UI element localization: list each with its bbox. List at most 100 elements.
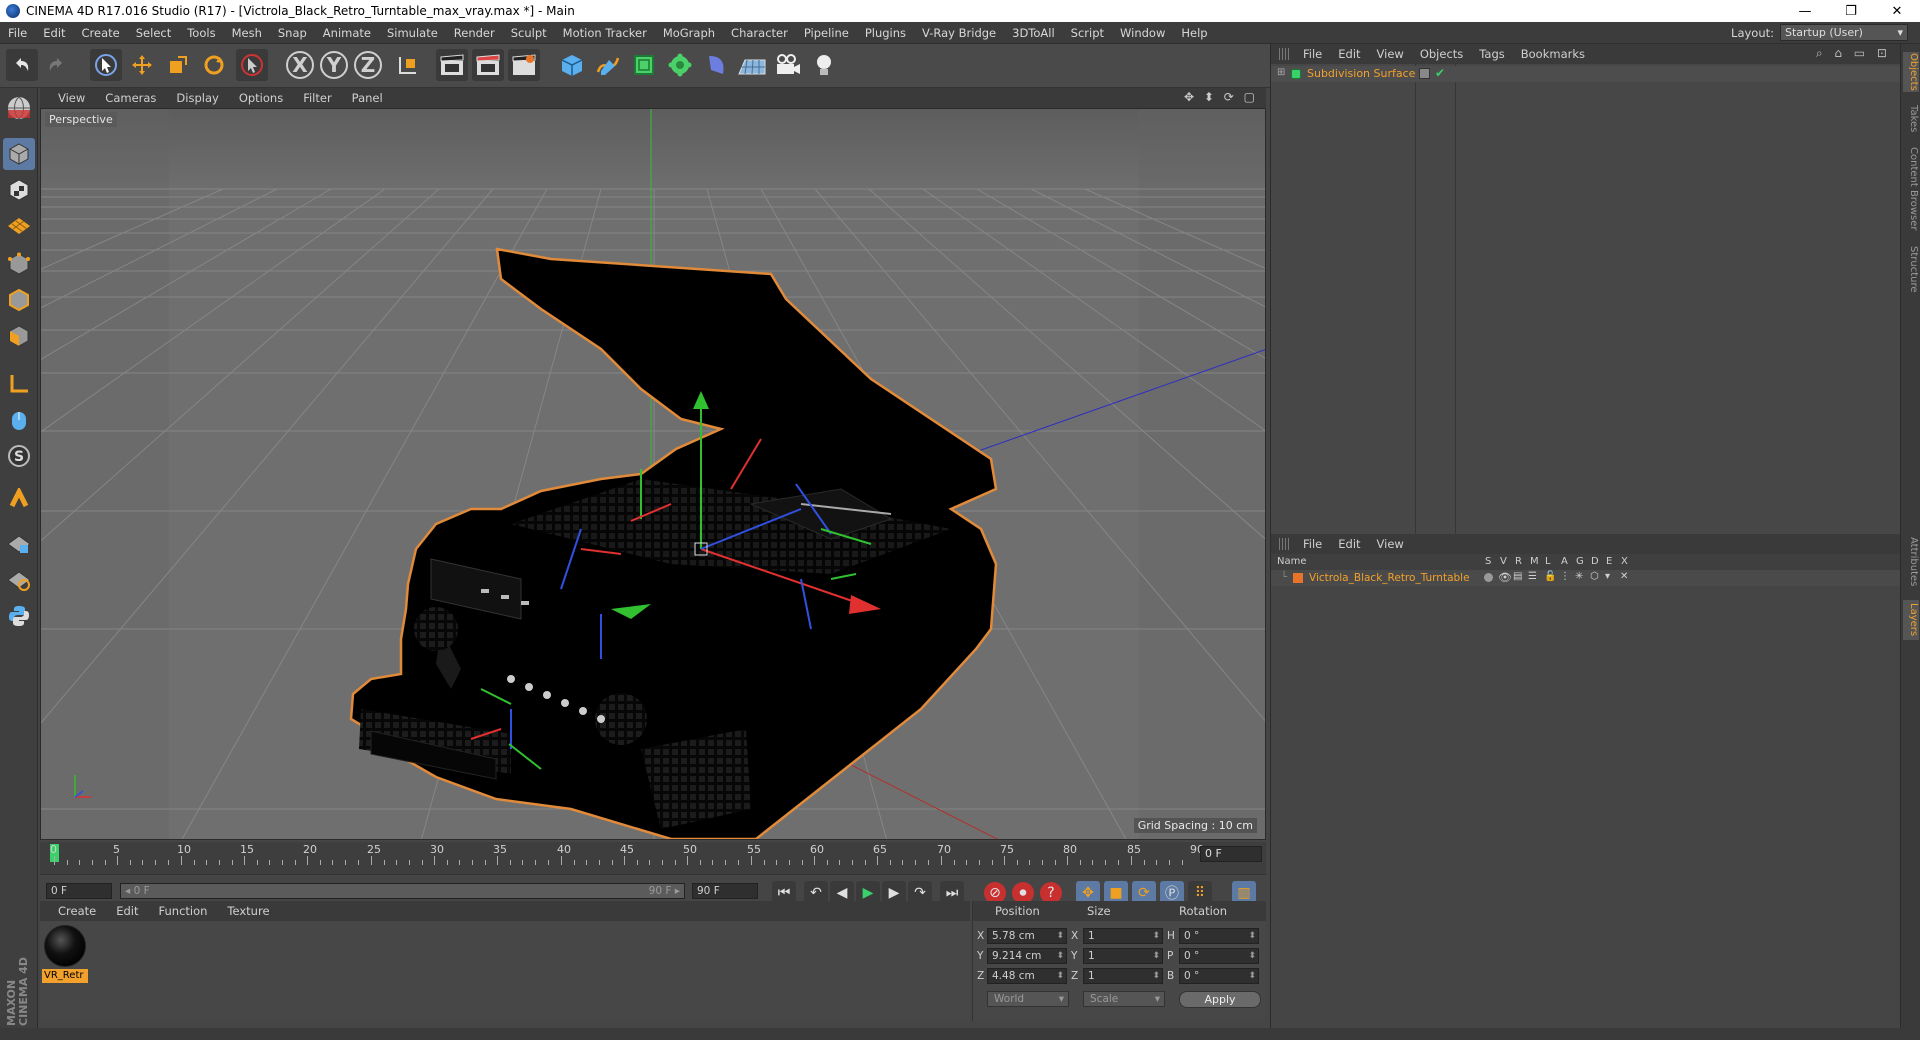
layer-menu-view[interactable]: View: [1369, 537, 1412, 551]
position-z-field[interactable]: 4.48 cm: [987, 968, 1067, 984]
material-menu-texture[interactable]: Texture: [217, 904, 279, 918]
subdivision-surface-button[interactable]: [628, 49, 660, 81]
edges-mode-button[interactable]: [3, 284, 35, 316]
size-x-field[interactable]: 1: [1083, 928, 1163, 944]
object-row[interactable]: ⊞ Subdivision Surface ✔: [1271, 66, 1901, 82]
menu-motion-tracker[interactable]: Motion Tracker: [555, 26, 655, 40]
panel-grip-icon[interactable]: [1279, 48, 1291, 60]
live-selection-button[interactable]: [90, 49, 122, 81]
tab-content-browser[interactable]: Content Browser: [1903, 144, 1919, 234]
layer-col-d[interactable]: D: [1591, 556, 1599, 567]
close-button[interactable]: ✕: [1874, 0, 1920, 22]
polygons-mode-button[interactable]: [3, 320, 35, 352]
redo-button[interactable]: [40, 49, 72, 81]
undo-button[interactable]: [6, 49, 38, 81]
menu-character[interactable]: Character: [723, 26, 796, 40]
layer-col-x[interactable]: X: [1621, 556, 1628, 567]
size-z-field[interactable]: 1: [1083, 968, 1163, 984]
tab-layers[interactable]: Layers: [1903, 600, 1919, 640]
object-menu-bookmarks[interactable]: Bookmarks: [1513, 47, 1593, 61]
layer-col-e[interactable]: E: [1606, 556, 1612, 567]
object-menu-tags[interactable]: Tags: [1471, 47, 1512, 61]
menu-file[interactable]: File: [0, 26, 35, 40]
start-frame-field[interactable]: 0 F: [46, 883, 112, 899]
menu-3dtoall[interactable]: 3DToAll: [1004, 26, 1063, 40]
material-name[interactable]: VR_Retr: [42, 969, 88, 983]
layer-expressions-icon[interactable]: ▾: [1605, 571, 1610, 582]
axis-y-toggle[interactable]: Y: [320, 51, 348, 79]
object-menu-objects[interactable]: Objects: [1412, 47, 1471, 61]
planar-workplane-button[interactable]: [3, 564, 35, 596]
deformer-button[interactable]: [700, 49, 732, 81]
restore-button[interactable]: ❐: [1828, 0, 1874, 22]
mograph-cloner-button[interactable]: [664, 49, 696, 81]
object-manager[interactable]: ⊞ Subdivision Surface ✔: [1271, 64, 1901, 572]
object-menu-view[interactable]: View: [1369, 47, 1412, 61]
size-y-field[interactable]: 1: [1083, 948, 1163, 964]
layer-row[interactable]: └ Victrola_Black_Retro_Turntable 👁 ▤ ☰ 🔓…: [1271, 570, 1901, 586]
pen-spline-button[interactable]: [592, 49, 624, 81]
menu-plugins[interactable]: Plugins: [857, 26, 914, 40]
expand-toggle-icon[interactable]: ⊞: [1277, 67, 1285, 78]
tab-objects[interactable]: Objects: [1903, 52, 1919, 92]
viewport-menu-view[interactable]: View: [40, 91, 95, 105]
render-picture-viewer-button[interactable]: [472, 49, 504, 81]
menu-render[interactable]: Render: [446, 26, 503, 40]
enabled-check-icon[interactable]: ✔: [1435, 66, 1445, 80]
layer-col-m[interactable]: M: [1530, 556, 1539, 567]
material-menu-edit[interactable]: Edit: [106, 904, 148, 918]
layout-dropdown[interactable]: Startup (User): [1780, 24, 1908, 41]
menu-select[interactable]: Select: [128, 26, 179, 40]
perspective-viewport[interactable]: Perspective Grid Spacing : 10 cm: [40, 108, 1266, 840]
texture-mode-button[interactable]: [3, 174, 35, 206]
editor-visibility-icon[interactable]: [1419, 68, 1430, 79]
current-frame-field[interactable]: 0 F: [1200, 846, 1262, 862]
viewport-navigation-icons[interactable]: ✥ ⬍ ⟳ ▢: [1184, 90, 1258, 104]
viewport-menu-panel[interactable]: Panel: [342, 91, 393, 105]
move-tool-button[interactable]: [126, 49, 158, 81]
tab-attributes[interactable]: Attributes: [1903, 532, 1919, 592]
layer-col-s[interactable]: S: [1485, 556, 1491, 567]
menu-mograph[interactable]: MoGraph: [655, 26, 723, 40]
viewport-menu-cameras[interactable]: Cameras: [95, 91, 166, 105]
minimize-button[interactable]: —: [1782, 0, 1828, 22]
menu-snap[interactable]: Snap: [270, 26, 315, 40]
layer-col-g[interactable]: G: [1576, 556, 1584, 567]
cube-primitive-button[interactable]: [556, 49, 588, 81]
menu-tools[interactable]: Tools: [179, 26, 223, 40]
layer-col-l[interactable]: L: [1545, 556, 1551, 567]
menu-simulate[interactable]: Simulate: [379, 26, 446, 40]
rotation-b-field[interactable]: 0 °: [1179, 968, 1259, 984]
points-mode-button[interactable]: [3, 248, 35, 280]
scale-tool-button[interactable]: [162, 49, 194, 81]
menu-vray-bridge[interactable]: V-Ray Bridge: [914, 26, 1004, 40]
layer-lock-icon[interactable]: 🔓: [1544, 571, 1556, 582]
layer-col-a[interactable]: A: [1561, 556, 1568, 567]
floor-object-button[interactable]: [736, 49, 768, 81]
layer-solo-icon[interactable]: [1484, 573, 1493, 582]
object-menu-edit[interactable]: Edit: [1330, 47, 1368, 61]
object-manager-search-home-icons[interactable]: ⌕ ⌂ ▭ ⊡: [1816, 46, 1891, 61]
tab-takes[interactable]: Takes: [1903, 104, 1919, 134]
layer-render-icon[interactable]: ▤: [1513, 571, 1522, 582]
material-menu-function[interactable]: Function: [149, 904, 218, 918]
size-mode-dropdown[interactable]: Scale: [1083, 991, 1165, 1007]
material-menu-create[interactable]: Create: [40, 904, 106, 918]
menu-edit[interactable]: Edit: [35, 26, 73, 40]
rotation-p-field[interactable]: 0 °: [1179, 948, 1259, 964]
layer-menu-edit[interactable]: Edit: [1330, 537, 1368, 551]
viewport-menu-options[interactable]: Options: [229, 91, 293, 105]
edit-render-settings-button[interactable]: [508, 49, 540, 81]
end-frame-field[interactable]: 90 F: [692, 883, 758, 899]
magnet-button[interactable]: [3, 484, 35, 516]
snap-enable-button[interactable]: S: [3, 440, 35, 472]
layer-visible-eye-icon[interactable]: 👁: [1498, 571, 1512, 584]
timeline-ruler[interactable]: 0 5 10 15 20 25 30 35 40 45 50 55 60 65 70 75 80 85 90: [50, 842, 1204, 866]
menu-window[interactable]: Window: [1112, 26, 1173, 40]
layer-xrefs-icon[interactable]: ✕: [1620, 571, 1628, 582]
rotate-tool-button[interactable]: [198, 49, 230, 81]
layer-menu-file[interactable]: File: [1295, 537, 1330, 551]
object-menu-file[interactable]: File: [1295, 47, 1330, 61]
layer-animation-icon[interactable]: ⋮: [1560, 571, 1570, 582]
light-button[interactable]: [808, 49, 840, 81]
